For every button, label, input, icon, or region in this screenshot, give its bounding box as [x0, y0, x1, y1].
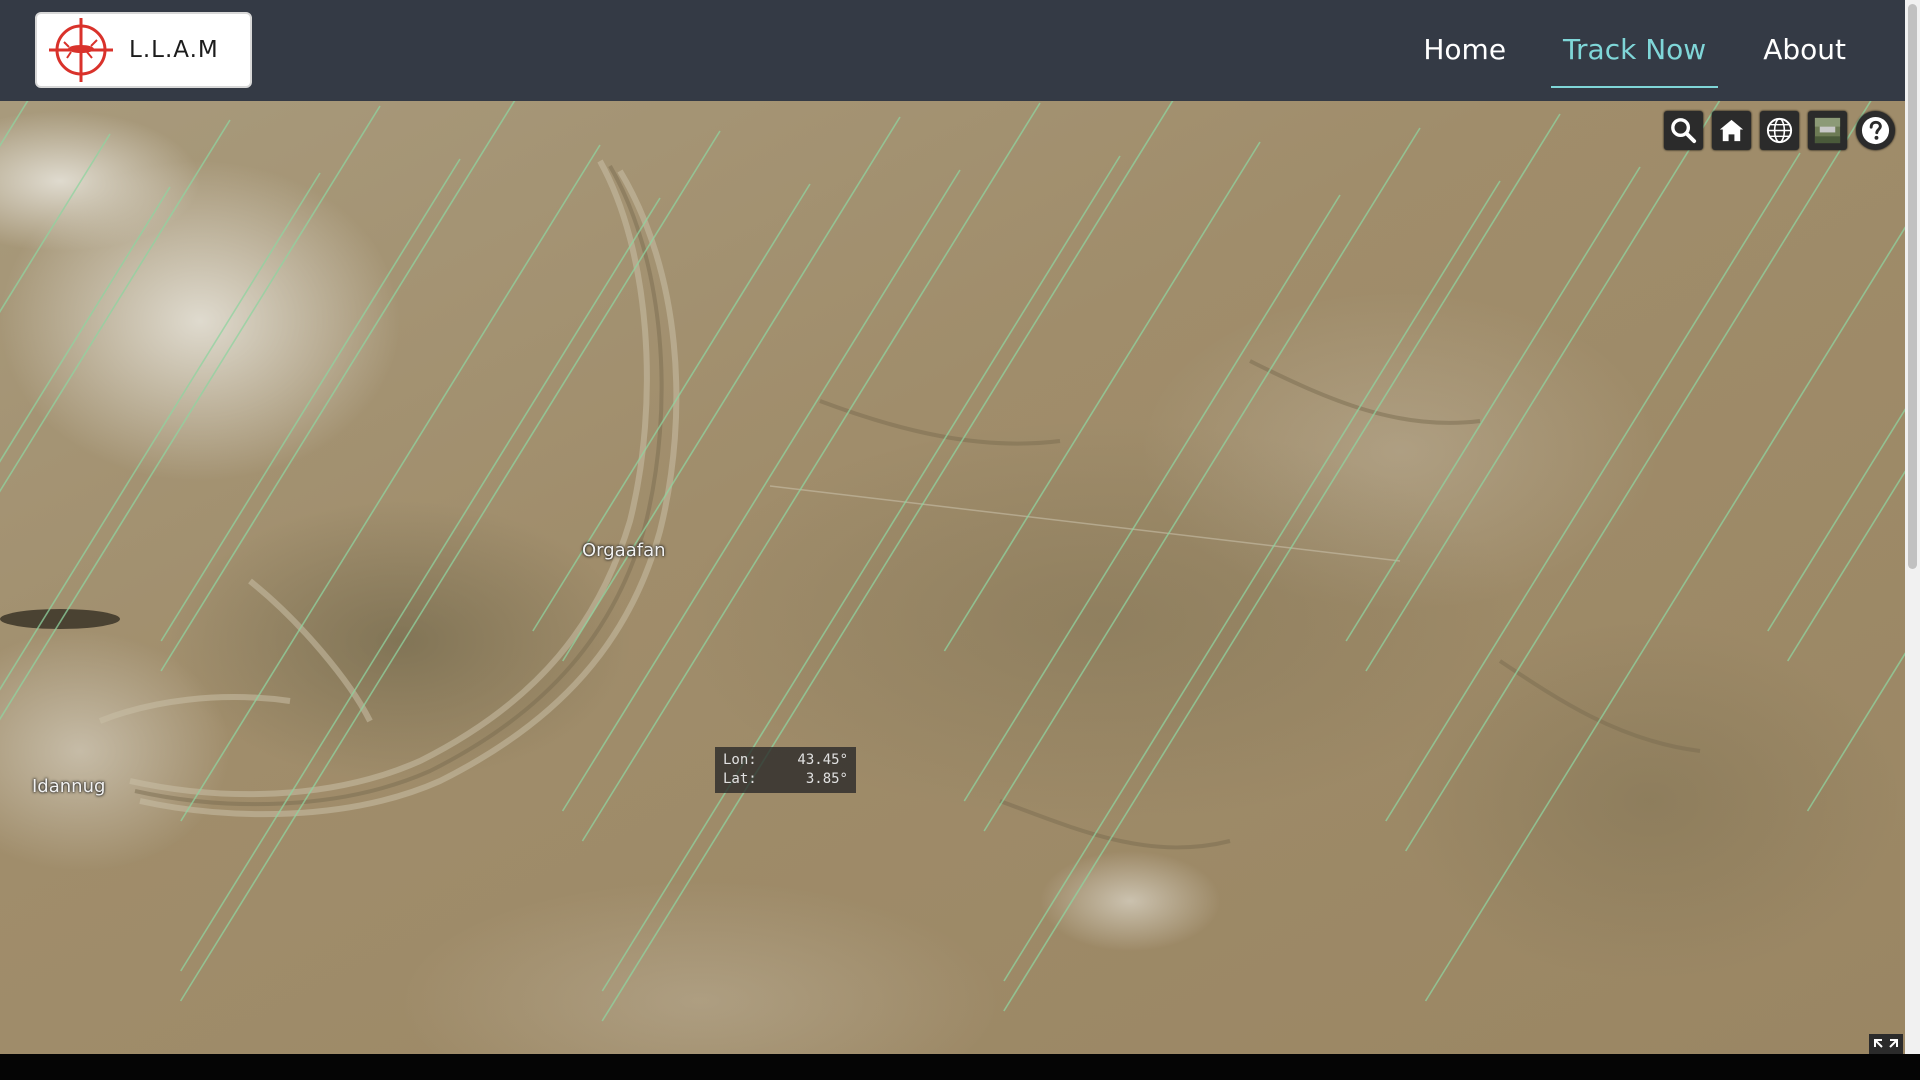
- search-button[interactable]: [1664, 111, 1703, 150]
- map-canvas[interactable]: Orgaafan Idannug Lon: 43.45° Lat: 3.85°: [0, 101, 1905, 1054]
- globe-icon: [1766, 117, 1793, 144]
- place-label-orgaafan: Orgaafan: [582, 540, 666, 561]
- fullscreen-icon: [1874, 1039, 1898, 1048]
- search-icon: [1671, 118, 1697, 144]
- navbar: L.L.A.M Home Track Now About: [0, 0, 1905, 101]
- brand-logo-link[interactable]: L.L.A.M: [35, 12, 252, 88]
- lon-row: Lon: 43.45°: [723, 751, 848, 770]
- brand-name: L.L.A.M: [129, 37, 219, 63]
- app-window: L.L.A.M Home Track Now About Orgaafan Id…: [0, 0, 1920, 1080]
- basemap-icon: [1814, 117, 1841, 144]
- bottom-strip: [0, 1054, 1920, 1080]
- nav-links: Home Track Now About: [1378, 0, 1858, 101]
- lat-value: 3.85°: [805, 771, 848, 787]
- map-toolbar: [1664, 111, 1895, 150]
- nav-home[interactable]: Home: [1411, 0, 1518, 101]
- lat-label: Lat:: [723, 771, 757, 787]
- crosshair-locust-icon: [49, 18, 113, 82]
- scrollbar-thumb[interactable]: [1908, 4, 1917, 569]
- help-icon: [1861, 116, 1890, 145]
- home-icon: [1719, 119, 1744, 142]
- coordinate-readout: Lon: 43.45° Lat: 3.85°: [715, 747, 856, 793]
- place-label-idannug: Idannug: [32, 776, 106, 797]
- scene-mode-button[interactable]: [1760, 111, 1799, 150]
- home-view-button[interactable]: [1712, 111, 1751, 150]
- fullscreen-button[interactable]: [1869, 1034, 1903, 1054]
- lon-label: Lon:: [723, 752, 757, 768]
- lat-row: Lat: 3.85°: [723, 770, 848, 789]
- satellite-imagery: [0, 101, 1905, 1054]
- nav-about[interactable]: About: [1751, 0, 1858, 101]
- nav-track-now[interactable]: Track Now: [1551, 0, 1719, 101]
- page-scrollbar[interactable]: [1905, 0, 1920, 1054]
- base-layer-picker-button[interactable]: [1808, 111, 1847, 150]
- help-button[interactable]: [1856, 111, 1895, 150]
- lon-value: 43.45°: [797, 752, 848, 768]
